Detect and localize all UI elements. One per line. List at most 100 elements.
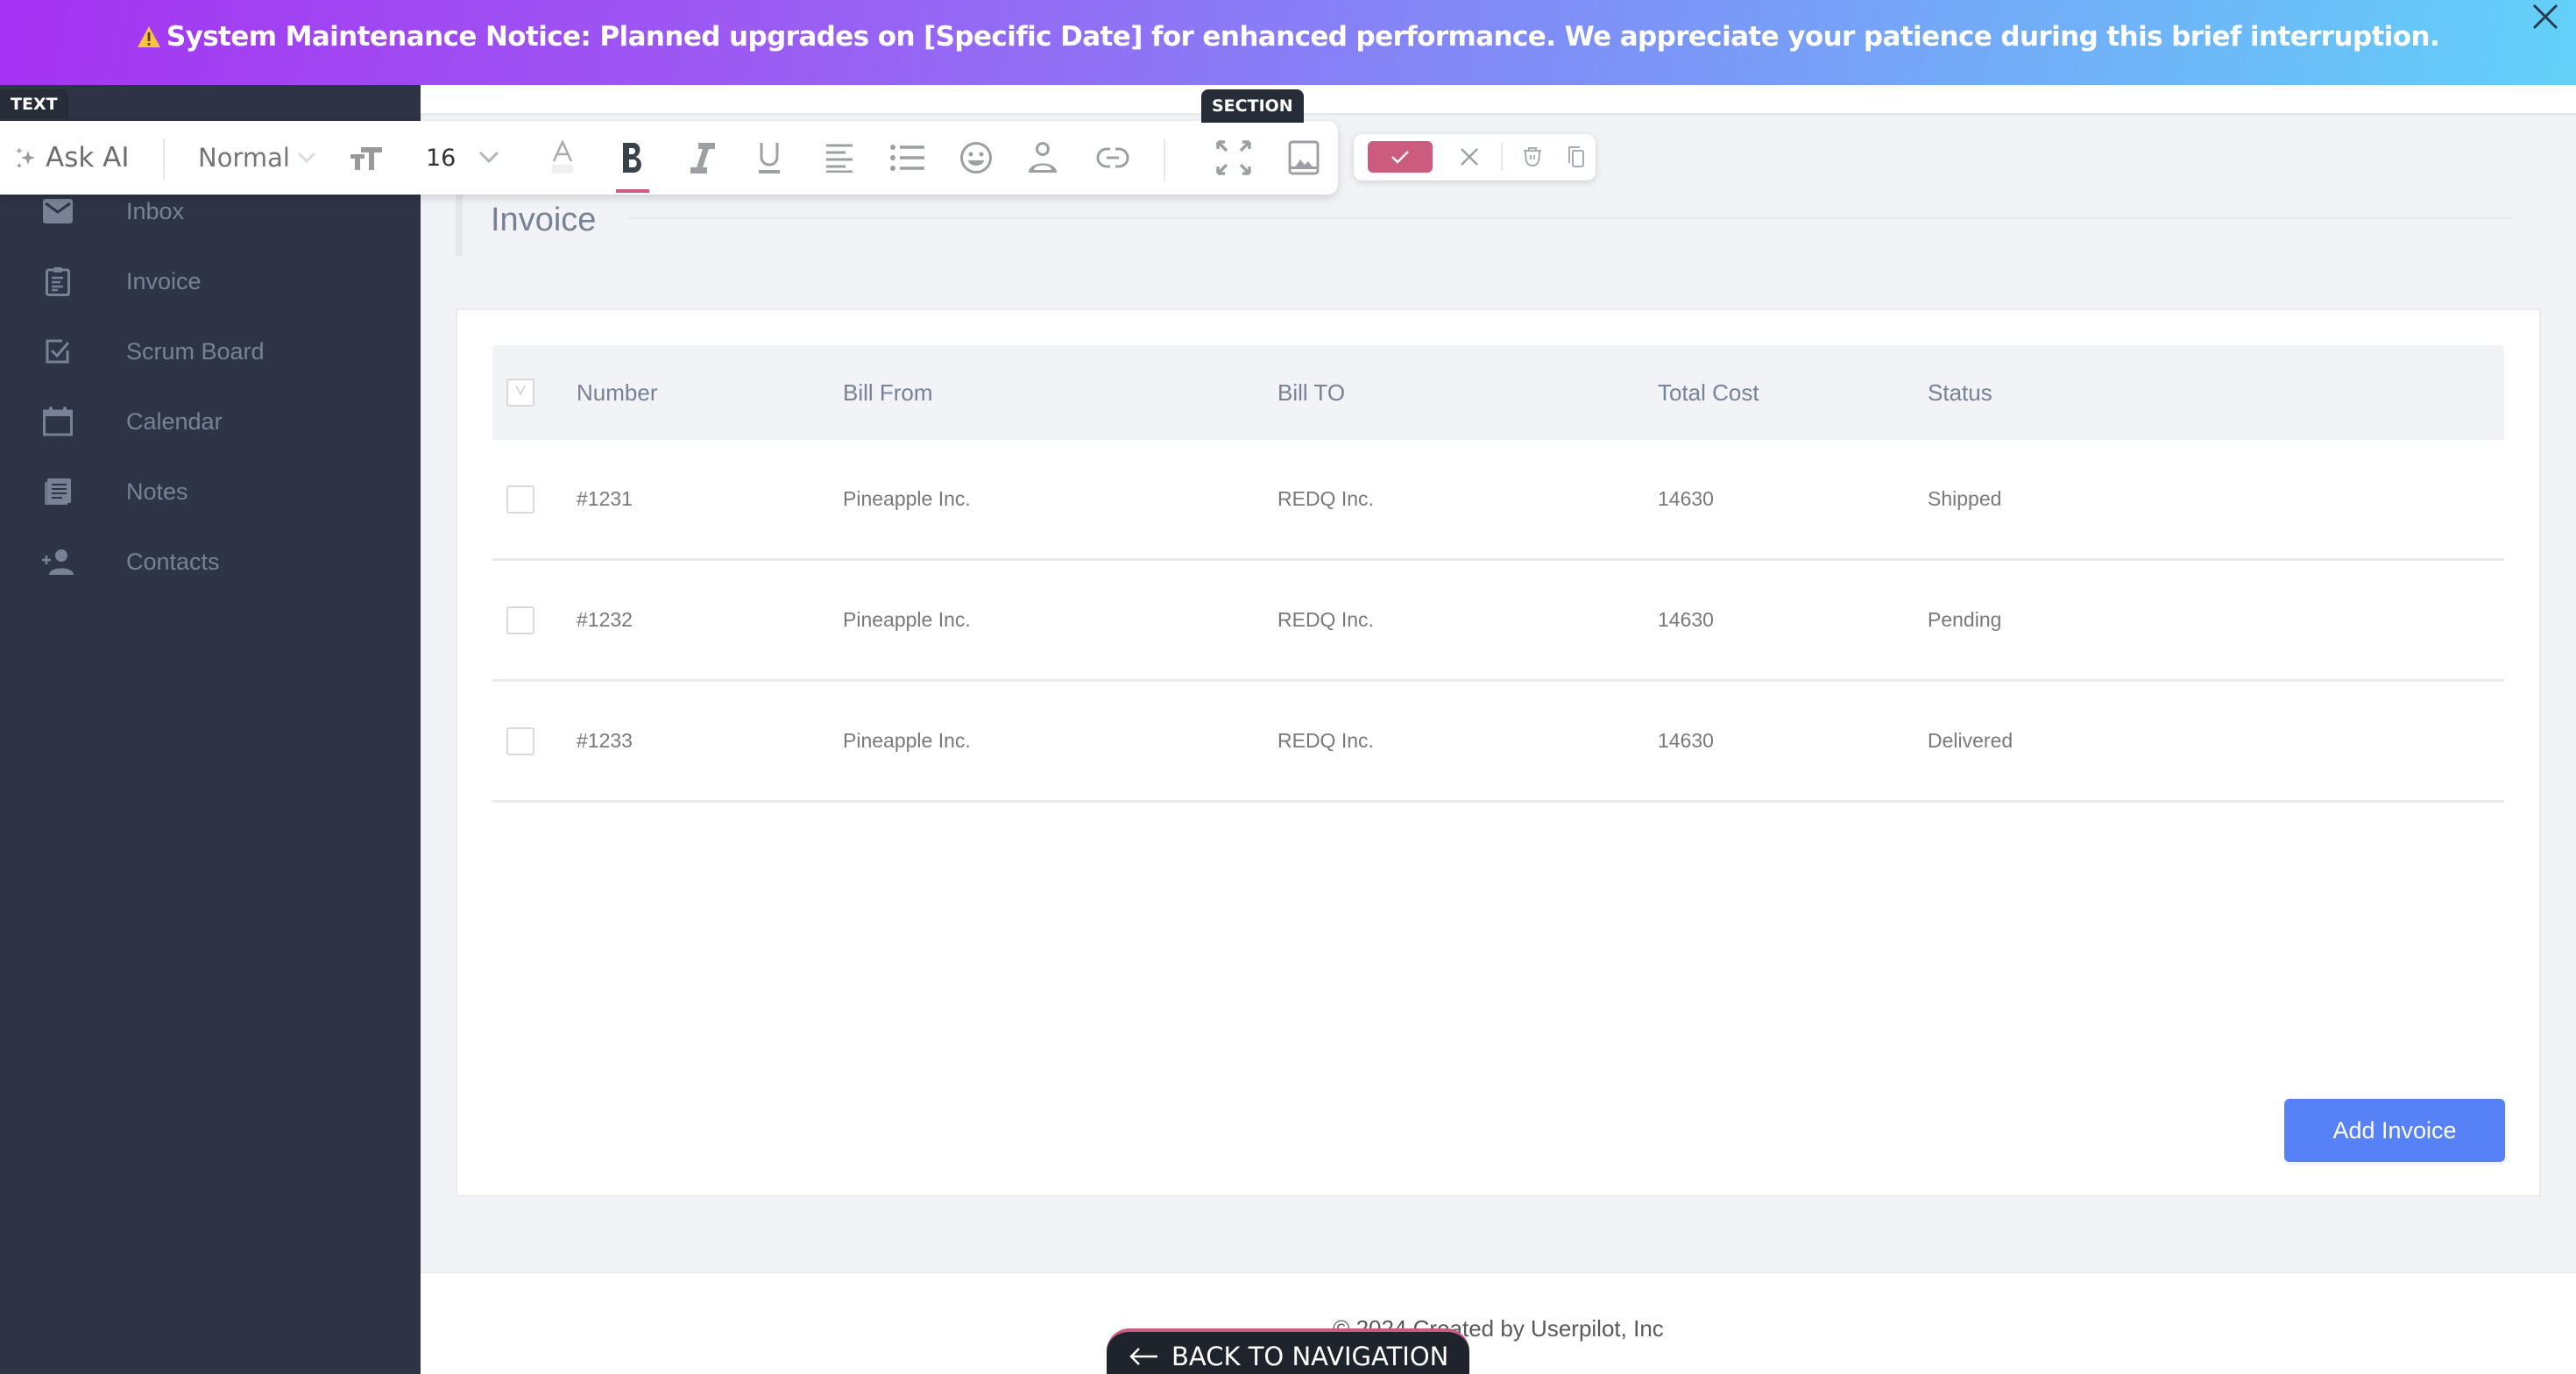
invoice-number: #1231 [577,487,633,510]
close-icon [1461,148,1478,166]
status: Pending [1928,608,2002,631]
sidebar-item-scrum-board[interactable]: Scrum Board [0,316,421,386]
clipboard-icon [40,264,75,299]
fullscreen-icon [1216,140,1251,175]
close-icon [2532,4,2558,30]
text-editor-toolbar: Ask AI Normal 16 [0,121,1338,195]
top-header [421,85,2576,116]
column-header-bill-from[interactable]: Bill From [843,345,933,440]
font-size-icon [350,147,382,170]
font-size-select[interactable]: 16 [426,121,499,195]
chevron-down-icon [515,385,526,396]
toolbar-divider [163,138,165,181]
column-header-bill-to[interactable]: Bill TO [1277,345,1345,440]
image-icon [1288,140,1320,175]
sparkle-icon [16,147,35,168]
trash-icon [1524,147,1541,167]
add-person-icon [40,544,75,579]
sidebar-item-label: Inbox [126,197,185,224]
italic-icon [690,143,715,174]
total-cost: 14630 [1658,608,1714,631]
notes-icon [40,474,75,509]
list-button[interactable] [887,121,927,195]
font-size-button[interactable] [349,121,384,195]
underline-button[interactable] [750,121,789,195]
total-cost: 14630 [1658,487,1714,510]
table-row[interactable]: #1232 Pineapple Inc. REDQ Inc. 14630 Pen… [492,561,2504,682]
calendar-icon [40,404,75,439]
arrow-left-icon [1129,1348,1157,1365]
sidebar-item-notes[interactable]: Notes [0,457,421,527]
paragraph-style-select[interactable]: Normal [198,121,316,195]
sidebar-item-label: Calendar [126,407,223,435]
invoice-number: #1233 [577,729,633,752]
banner-message: System Maintenance Notice: Planned upgra… [137,20,2440,53]
bill-from: Pineapple Inc. [843,487,971,510]
link-icon [1096,147,1129,168]
sidebar-item-label: Scrum Board [126,337,265,365]
column-header-number[interactable]: Number [577,345,657,440]
warning-icon [137,25,160,47]
fullscreen-button[interactable] [1214,121,1253,195]
bill-to: REDQ Inc. [1277,487,1374,510]
font-size-value: 16 [426,144,456,172]
bold-icon [623,143,641,173]
row-checkbox[interactable] [506,485,534,513]
section-block-tag: SECTION [1201,89,1304,123]
checkbox-icon [40,334,75,369]
back-to-navigation-button[interactable]: BACK TO NAVIGATION [1107,1328,1469,1374]
mail-icon [40,194,75,229]
bold-active-indicator [616,189,649,193]
bill-to: REDQ Inc. [1277,729,1374,752]
toolbar-divider [1164,138,1165,181]
close-banner-button[interactable] [2525,0,2565,40]
action-divider [1501,143,1503,171]
footer: © 2024 Created by Userpilot, Inc [421,1271,2576,1374]
confirm-button[interactable] [1368,141,1433,173]
invoice-number: #1232 [577,608,633,631]
select-all-checkbox[interactable] [506,379,534,407]
banner-text: System Maintenance Notice: Planned upgra… [166,20,2440,53]
add-invoice-button[interactable]: Add Invoice [2284,1099,2505,1162]
bill-from: Pineapple Inc. [843,608,971,631]
ask-ai-button[interactable]: Ask AI [16,121,130,195]
sidebar: Inbox Invoice Scrum Board Calendar Notes… [0,85,421,1374]
chevron-down-icon [479,151,499,164]
sidebar-item-contacts[interactable]: Contacts [0,527,421,597]
image-button[interactable] [1284,121,1323,195]
back-to-navigation-label: BACK TO NAVIGATION [1171,1342,1449,1371]
text-block-tag: TEXT [0,89,68,119]
mention-button[interactable] [1023,121,1062,195]
status: Delivered [1928,729,2013,752]
bold-button[interactable] [613,121,652,195]
column-header-total-cost[interactable]: Total Cost [1658,345,1759,440]
row-checkbox[interactable] [506,606,534,634]
maintenance-banner: System Maintenance Notice: Planned upgra… [0,0,2576,85]
emoji-button[interactable] [957,121,995,195]
bill-to: REDQ Inc. [1277,608,1374,631]
ask-ai-label: Ask AI [46,142,130,174]
row-checkbox[interactable] [506,727,534,755]
duplicate-button[interactable] [1560,141,1592,173]
align-button[interactable] [820,121,859,195]
table-row[interactable]: #1233 Pineapple Inc. REDQ Inc. 14630 Del… [492,682,2504,803]
paragraph-style-value: Normal [198,143,290,173]
sidebar-item-calendar[interactable]: Calendar [0,386,421,457]
status: Shipped [1928,487,2002,510]
table-header: Number Bill From Bill TO Total Cost Stat… [492,345,2504,440]
sidebar-item-label: Contacts [126,548,220,575]
sidebar-item-label: Notes [126,478,188,505]
text-color-button[interactable] [545,121,580,195]
italic-button[interactable] [683,121,722,195]
table-row[interactable]: #1231 Pineapple Inc. REDQ Inc. 14630 Shi… [492,440,2504,561]
cancel-button[interactable] [1454,141,1485,173]
bill-from: Pineapple Inc. [843,729,971,752]
invoice-card: Number Bill From Bill TO Total Cost Stat… [456,308,2541,1197]
link-button[interactable] [1093,121,1132,195]
chevron-down-icon [297,152,315,164]
sidebar-item-invoice[interactable]: Invoice [0,246,421,316]
text-color-icon [552,140,573,174]
column-header-status[interactable]: Status [1928,345,1992,440]
delete-button[interactable] [1517,141,1548,173]
total-cost: 14630 [1658,729,1714,752]
